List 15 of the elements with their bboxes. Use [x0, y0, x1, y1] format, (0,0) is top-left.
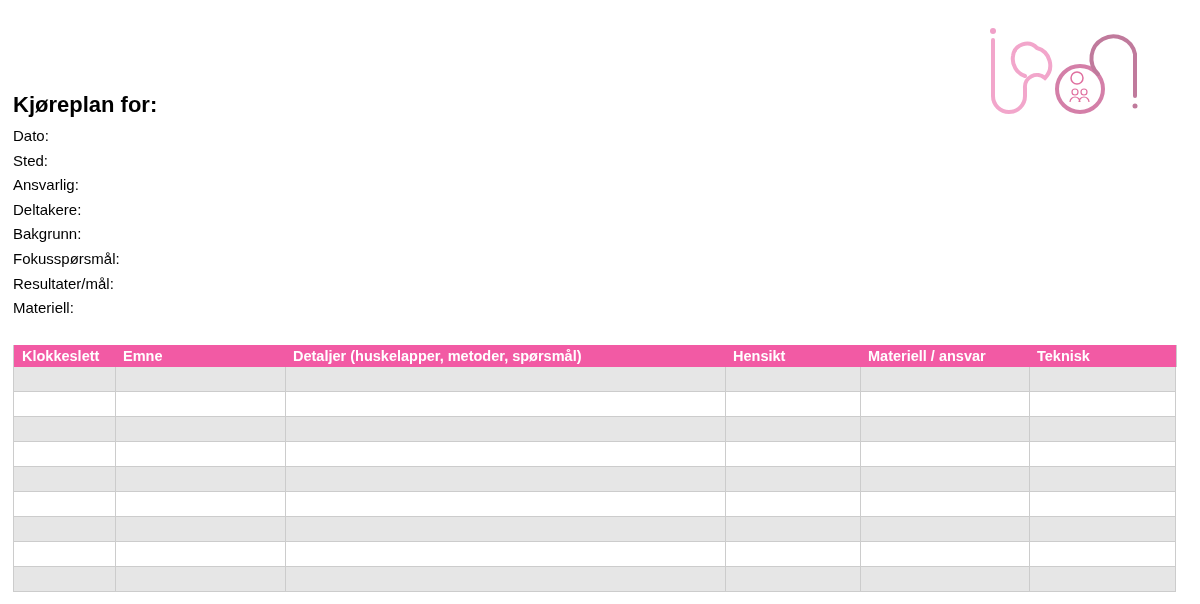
- field-label: Deltakere:: [13, 199, 83, 220]
- field-label: Bakgrunn:: [13, 224, 83, 245]
- field-label: Dato:: [13, 126, 50, 146]
- column-header: Detaljer (huskelapper, metoder, spørsmål): [284, 344, 725, 367]
- column-header: Klokkeslett: [13, 344, 115, 367]
- document-title: Kjøreplan for:: [13, 91, 159, 119]
- column-header: Teknisk: [1028, 344, 1177, 367]
- column-header: Hensikt: [724, 344, 860, 367]
- column-header: Materiell / ansvar: [859, 344, 1029, 367]
- field-label: Materiell:: [13, 298, 75, 319]
- field-label: Ansvarlig:: [13, 175, 80, 196]
- column-header: Emne: [114, 344, 285, 367]
- field-label: Resultater/mål:: [13, 273, 115, 294]
- field-label: Fokusspørsmål:: [13, 248, 121, 269]
- field-label: Sted:: [13, 150, 50, 171]
